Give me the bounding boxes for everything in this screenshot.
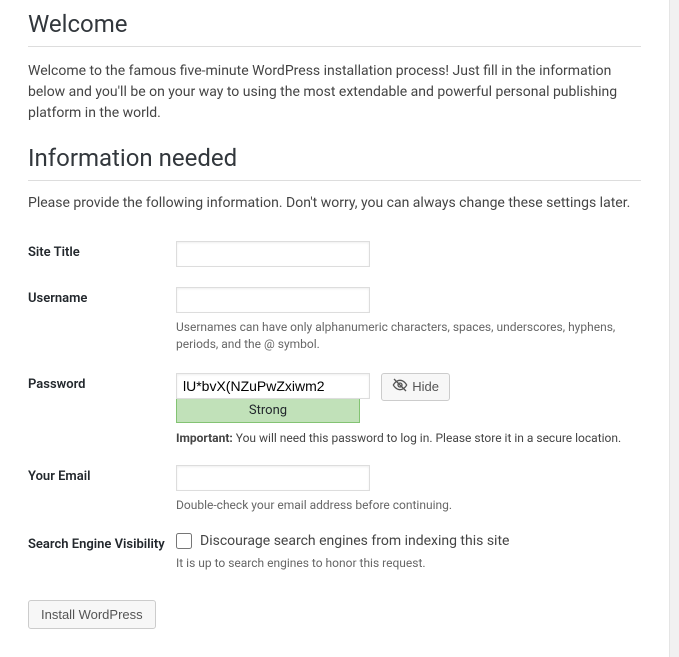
welcome-heading: Welcome (28, 10, 641, 47)
username-hint: Usernames can have only alphanumeric cha… (176, 319, 641, 353)
email-hint: Double-check your email address before c… (176, 497, 641, 514)
password-label: Password (28, 363, 176, 455)
hide-password-button[interactable]: Hide (381, 373, 450, 401)
search-visibility-label: Search Engine Visibility (28, 523, 176, 582)
email-input[interactable] (176, 465, 370, 491)
password-strength-meter: Strong (176, 399, 360, 423)
hide-button-label: Hide (412, 379, 439, 394)
search-visibility-hint: It is up to search engines to honor this… (176, 555, 641, 572)
info-sub-text: Please provide the following information… (28, 195, 641, 211)
email-label: Your Email (28, 455, 176, 524)
password-input[interactable] (176, 373, 370, 399)
password-note: Important: You will need this password t… (176, 431, 641, 445)
welcome-intro-text: Welcome to the famous five-minute WordPr… (28, 61, 641, 124)
search-visibility-checkbox[interactable] (176, 533, 192, 549)
eye-slash-icon (392, 377, 408, 396)
username-label: Username (28, 277, 176, 363)
username-input[interactable] (176, 287, 370, 313)
search-visibility-checkbox-label: Discourage search engines from indexing … (200, 533, 509, 549)
search-visibility-checkbox-wrap[interactable]: Discourage search engines from indexing … (176, 533, 641, 549)
site-title-label: Site Title (28, 231, 176, 277)
site-title-input[interactable] (176, 241, 370, 267)
info-needed-heading: Information needed (28, 144, 641, 181)
